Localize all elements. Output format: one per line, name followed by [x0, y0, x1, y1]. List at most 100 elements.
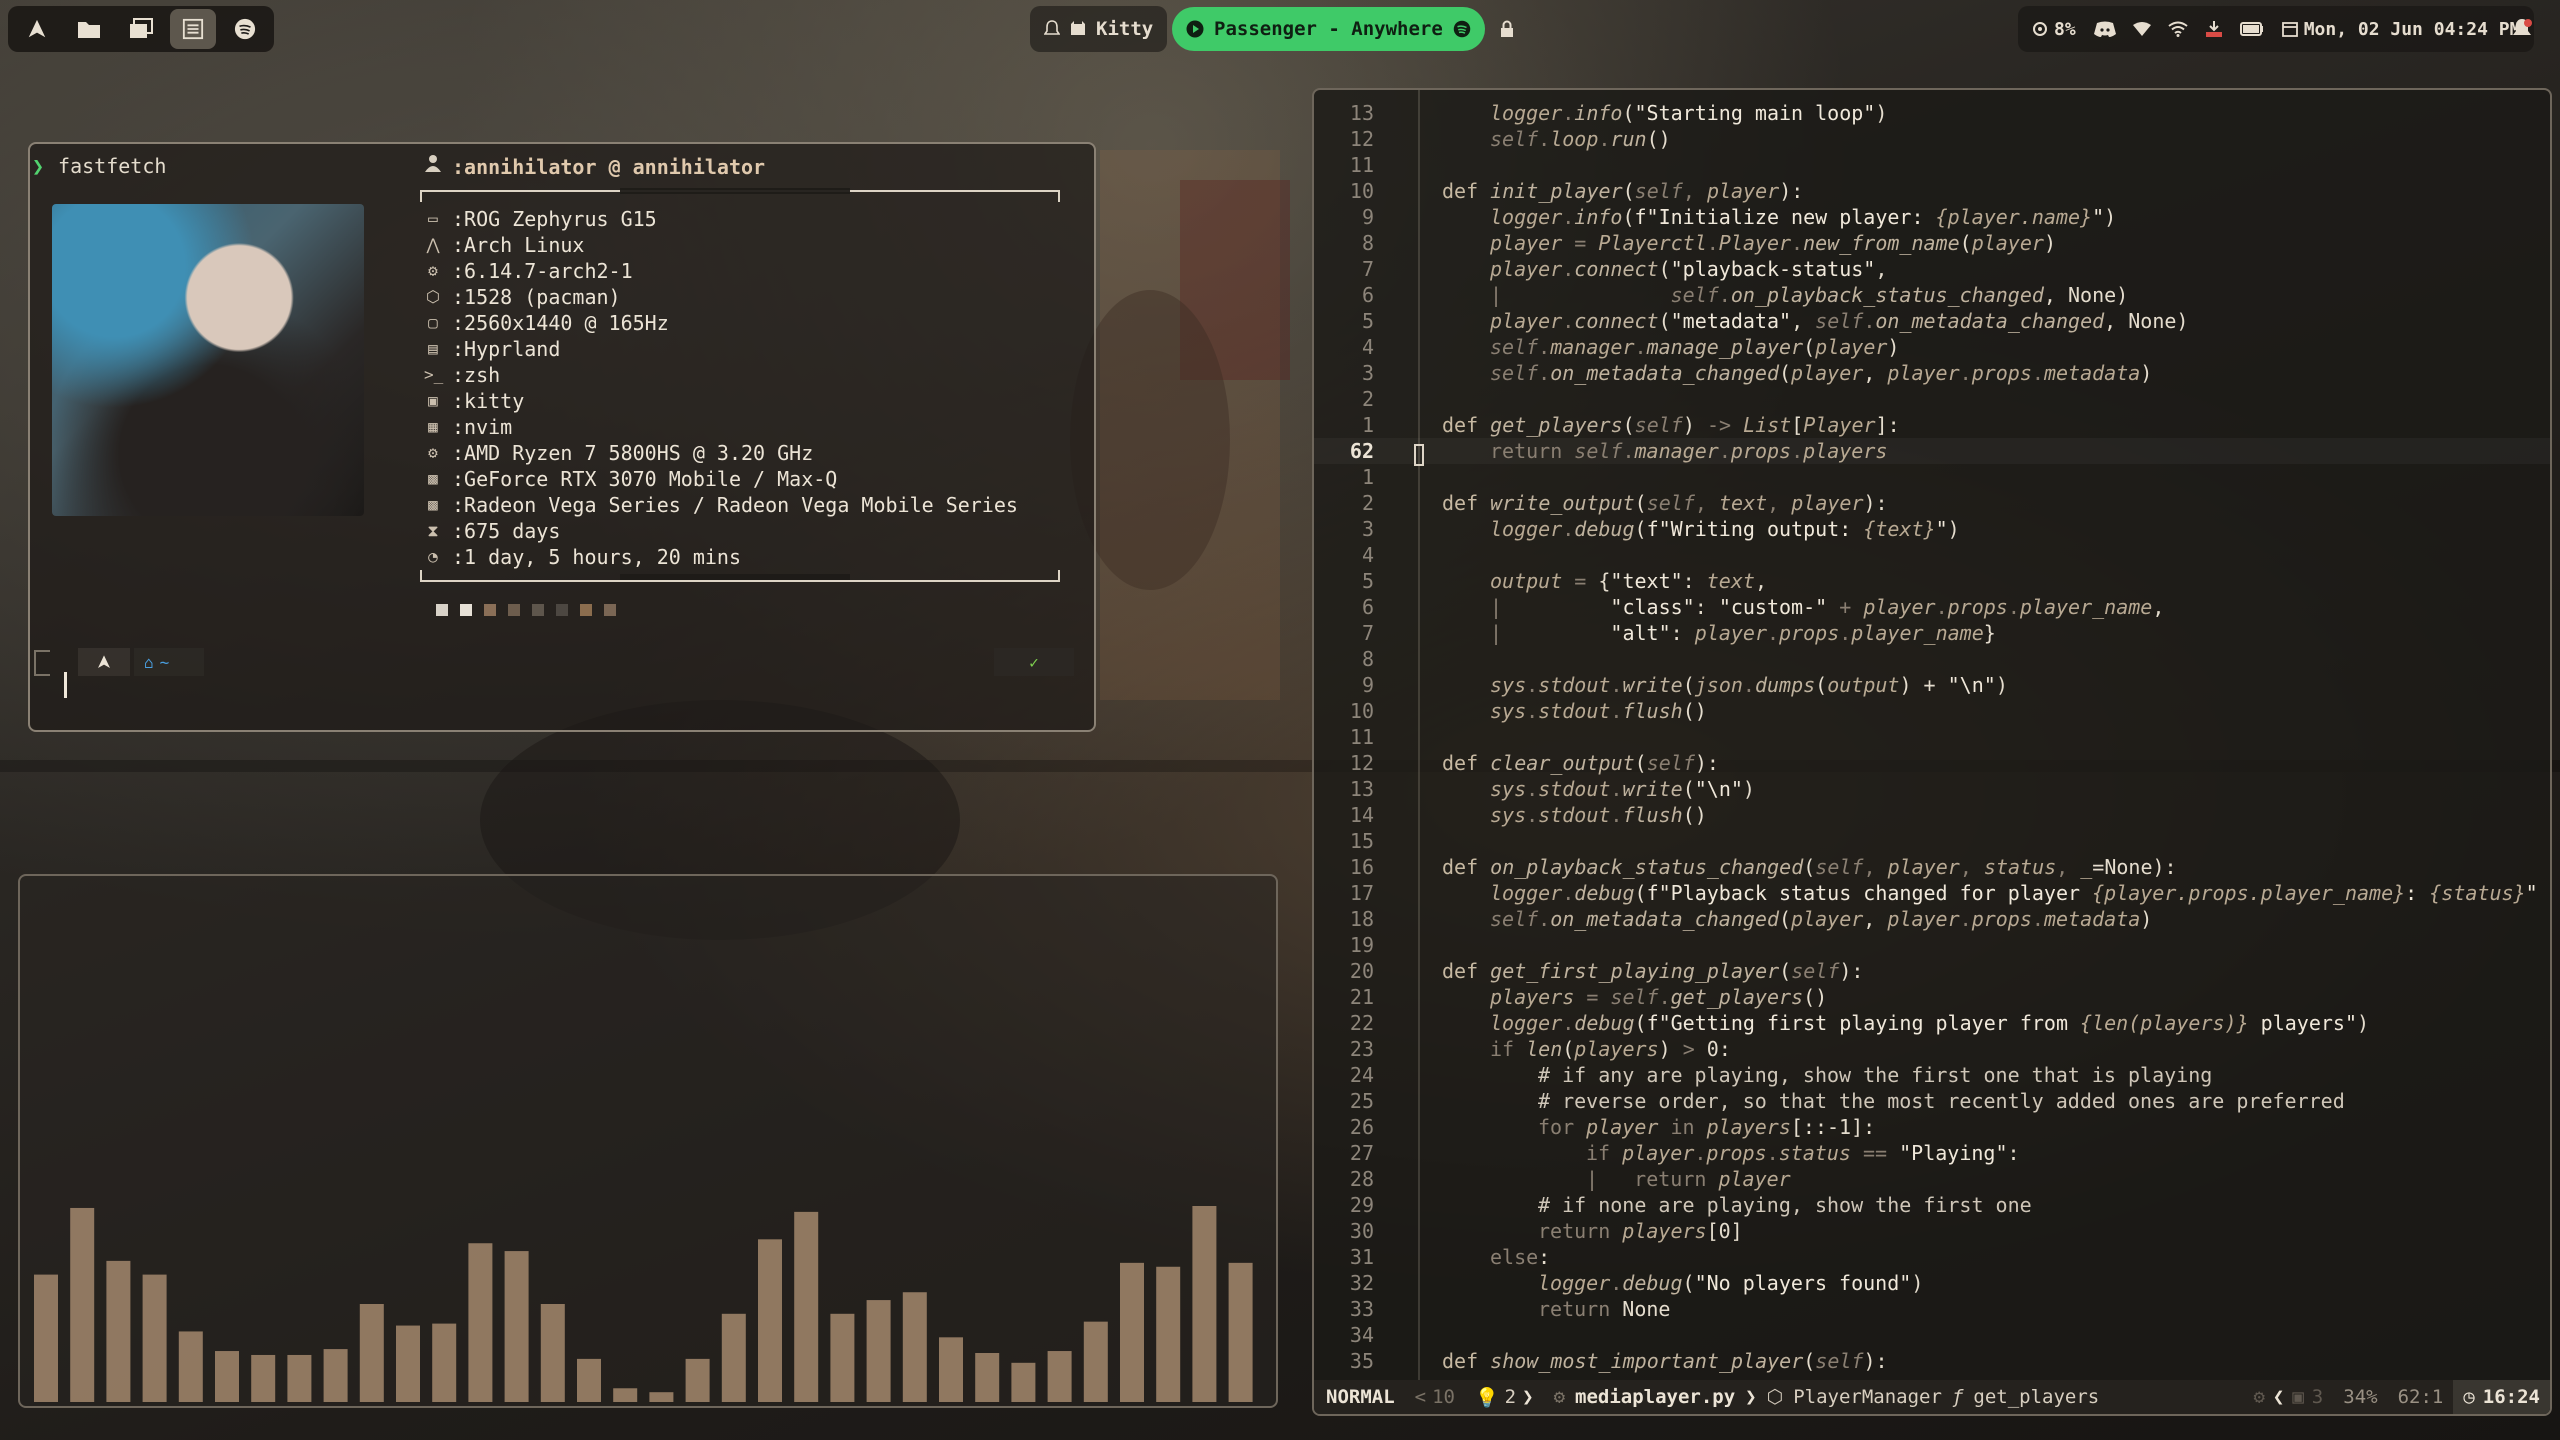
- visualizer-bar: [251, 1354, 276, 1402]
- media-player-widget[interactable]: Passenger - Anywhere: [1172, 7, 1485, 51]
- workspace-terminal[interactable]: [170, 9, 216, 49]
- code-line[interactable]: 9 logger.info(f"Initialize new player: {p…: [1314, 204, 2550, 230]
- code-line[interactable]: 33 return None: [1314, 1296, 2550, 1322]
- lock-button[interactable]: [1500, 6, 1514, 52]
- code-line[interactable]: 14 sys.stdout.flush(): [1314, 802, 2550, 828]
- mode-indicator: NORMAL: [1326, 1386, 1395, 1408]
- wifi-icon[interactable]: [2168, 21, 2188, 37]
- code-token: show_most_important_player: [1490, 1349, 1804, 1373]
- active-window[interactable]: Kitty: [1030, 6, 1168, 52]
- code-token: {status}: [2429, 881, 2526, 905]
- code-line[interactable]: 34: [1314, 1322, 2550, 1348]
- code-token: :: [1682, 569, 1707, 593]
- line-number: 13: [1349, 777, 1374, 801]
- code-token: .: [1935, 595, 1948, 619]
- code-line[interactable]: 1 def get_players(self) -> List[Player]:: [1314, 412, 2550, 438]
- code-token: stdout: [1538, 699, 1611, 723]
- code-line[interactable]: 19: [1314, 932, 2550, 958]
- arch-logo-icon: [28, 19, 46, 38]
- code-line[interactable]: 5 output = {"text": text,: [1314, 568, 2550, 594]
- code-line[interactable]: 3 self.on_metadata_changed(player, player…: [1314, 360, 2550, 386]
- code-line[interactable]: 10 sys.stdout.flush(): [1314, 698, 2550, 724]
- code-text: | return player: [1586, 1166, 1791, 1192]
- workspace-windows[interactable]: [118, 9, 164, 49]
- code-line[interactable]: 2 def write_output(self, text, player):: [1314, 490, 2550, 516]
- code-line[interactable]: 21 players = self.get_players(): [1314, 984, 2550, 1010]
- code-line[interactable]: 30 return players[0]: [1314, 1218, 2550, 1244]
- code-token: ": [1935, 517, 1948, 541]
- code-token: flush: [1622, 699, 1683, 723]
- code-token: info: [1574, 205, 1623, 229]
- line-number: 17: [1349, 881, 1374, 905]
- code-line[interactable]: 4: [1314, 542, 2550, 568]
- code-line[interactable]: 26 for player in players[::-1]:: [1314, 1114, 2550, 1140]
- code-line[interactable]: 1: [1314, 464, 2550, 490]
- code-line[interactable]: 9 sys.stdout.write(json.dumps(output) + "…: [1314, 672, 2550, 698]
- code-token: # if none are playing, show the first on…: [1538, 1193, 2032, 1217]
- line-number: 23: [1349, 1037, 1374, 1061]
- code-line[interactable]: 35 def show_most_important_player(self):: [1314, 1348, 2550, 1374]
- code-text: # if any are playing, show the first one…: [1538, 1062, 2212, 1088]
- code-line[interactable]: 8: [1314, 646, 2550, 672]
- code-line[interactable]: 18 self.on_metadata_changed(player, playe…: [1314, 906, 2550, 932]
- user-icon: [424, 154, 442, 180]
- code-token: >: [1682, 1037, 1707, 1061]
- code-line[interactable]: 11: [1314, 724, 2550, 750]
- code-line[interactable]: 24 # if any are playing, show the first o…: [1314, 1062, 2550, 1088]
- workspace-spotify[interactable]: [222, 9, 268, 49]
- code-line[interactable]: 62 return self.manager.props.players: [1314, 438, 2550, 464]
- battery-icon[interactable]: [2239, 22, 2264, 36]
- neovim-editor[interactable]: 13 logger.info("Starting main loop") 12 sel…: [1312, 88, 2552, 1416]
- code-line[interactable]: 12 def clear_output(self):: [1314, 750, 2550, 776]
- code-line[interactable]: 15: [1314, 828, 2550, 854]
- clock-widget[interactable]: Mon, 02 Jun 04:24 PM: [2281, 19, 2520, 40]
- user-host: annihilator @ annihilator: [464, 155, 766, 179]
- code-line[interactable]: 27 if player.props.status == "Playing":: [1314, 1140, 2550, 1166]
- code-line[interactable]: 16 def on_playback_status_changed(self, p…: [1314, 854, 2550, 880]
- fastfetch-terminal[interactable]: ❯ fastfetch : annihilator @ annihilator ▭…: [28, 142, 1096, 732]
- success-check-icon: ✓: [1029, 652, 1039, 672]
- code-line[interactable]: 11: [1314, 152, 2550, 178]
- code-line[interactable]: 6 | self.on_playback_status_changed, None…: [1314, 282, 2550, 308]
- workspace-files[interactable]: [66, 9, 112, 49]
- code-line[interactable]: 10 def init_player(self, player):: [1314, 178, 2550, 204]
- code-token: player: [1791, 361, 1864, 385]
- code-line[interactable]: 5 player.connect("metadata", self.on_meta…: [1314, 308, 2550, 334]
- workspace-arch[interactable]: [14, 9, 60, 49]
- code-line[interactable]: 12 self.loop.run(): [1314, 126, 2550, 152]
- code-line[interactable]: 28 | return player: [1314, 1166, 2550, 1192]
- code-line[interactable]: 22 logger.debug(f"Getting first playing p…: [1314, 1010, 2550, 1036]
- discord-icon[interactable]: [2093, 21, 2116, 37]
- code-line[interactable]: 7 | "alt": player.props.player_name}: [1314, 620, 2550, 646]
- code-line[interactable]: 6 | "class": "custom-" + player.props.pla…: [1314, 594, 2550, 620]
- clock-icon: ◷: [2463, 1386, 2475, 1408]
- code-token: .: [1526, 699, 1539, 723]
- code-token: sys: [1490, 673, 1527, 697]
- code-line[interactable]: 17 logger.debug(f"Playback status changed…: [1314, 880, 2550, 906]
- code-line[interactable]: 25 # reverse order, so that the most rece…: [1314, 1088, 2550, 1114]
- download-icon[interactable]: [2204, 20, 2224, 38]
- code-line[interactable]: 4 self.manager.manage_player(player): [1314, 334, 2550, 360]
- code-buffer[interactable]: 13 logger.info("Starting main loop") 12 sel…: [1314, 100, 2550, 1374]
- code-line[interactable]: 31 else:: [1314, 1244, 2550, 1270]
- code-line[interactable]: 23 if len(players) > 0:: [1314, 1036, 2550, 1062]
- text-cursor[interactable]: [64, 672, 67, 698]
- code-line[interactable]: 13 sys.stdout.write("\n"): [1314, 776, 2550, 802]
- code-line[interactable]: 2: [1314, 386, 2550, 412]
- file-segment[interactable]: ⚙ mediaplayer.py ❯ ⬡ PlayerManager ƒ get…: [1544, 1380, 2110, 1414]
- cpu-widget[interactable]: 8%: [2032, 19, 2076, 40]
- vpn-shield-icon[interactable]: [2132, 21, 2152, 37]
- notifications-button[interactable]: [2512, 6, 2532, 52]
- code-token: [::-1]:: [1790, 1115, 1876, 1139]
- code-line[interactable]: 32 logger.debug("No players found"): [1314, 1270, 2550, 1296]
- visualizer-bar: [758, 1239, 782, 1402]
- code-line[interactable]: 3 logger.debug(f"Writing output: {text}"): [1314, 516, 2550, 542]
- code-line[interactable]: 8 player = Playerctl.Player.new_from_name…: [1314, 230, 2550, 256]
- code-line[interactable]: 7 player.connect("playback-status",: [1314, 256, 2550, 282]
- code-token: (: [1779, 959, 1792, 983]
- code-line[interactable]: 20 def get_first_playing_player(self):: [1314, 958, 2550, 984]
- function-icon: ƒ: [1951, 1386, 1964, 1408]
- code-token: flush: [1622, 803, 1683, 827]
- code-line[interactable]: 29 # if none are playing, show the first …: [1314, 1192, 2550, 1218]
- code-line[interactable]: 13 logger.info("Starting main loop"): [1314, 100, 2550, 126]
